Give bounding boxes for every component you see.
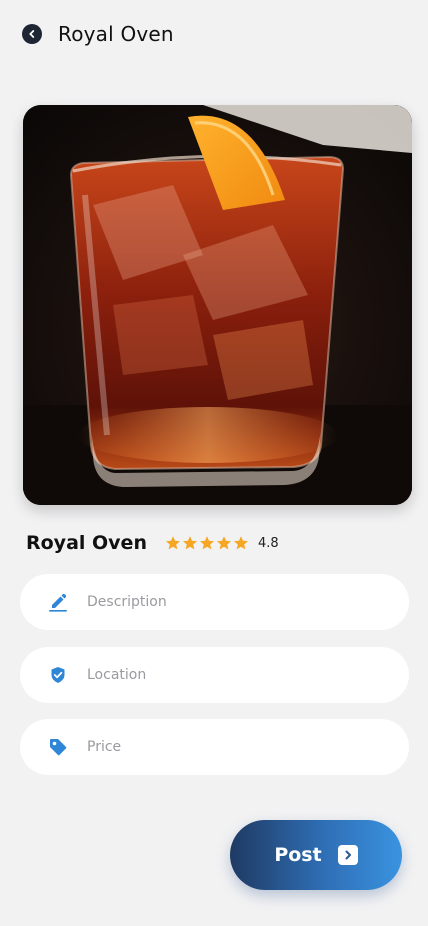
location-check-icon	[48, 665, 68, 685]
cocktail-image	[23, 105, 412, 505]
price-tag-icon	[48, 737, 68, 757]
app-screen: Royal Oven Royal Oven 4.8 Description Lo…	[0, 0, 428, 926]
chevron-left-icon	[29, 30, 35, 38]
location-field[interactable]	[20, 647, 409, 703]
rating-stars	[165, 535, 250, 551]
star-icon	[165, 536, 180, 550]
pencil-icon	[48, 592, 68, 612]
description-input[interactable]	[87, 594, 367, 610]
price-field[interactable]	[20, 719, 409, 775]
post-button[interactable]: Post	[230, 820, 402, 890]
star-icon	[233, 536, 248, 550]
page-title: Royal Oven	[58, 22, 174, 46]
item-photo	[23, 105, 412, 505]
post-button-label: Post	[274, 844, 322, 866]
price-input[interactable]	[87, 739, 367, 755]
back-button[interactable]	[22, 24, 42, 44]
chevron-right-icon	[337, 845, 358, 865]
star-icon	[199, 536, 214, 550]
location-input[interactable]	[87, 667, 367, 683]
rating-value: 4.8	[257, 535, 279, 551]
star-icon	[216, 536, 231, 550]
top-bar: Royal Oven	[22, 22, 174, 46]
star-icon	[182, 536, 197, 550]
item-name: Royal Oven	[26, 532, 147, 554]
item-summary: Royal Oven 4.8	[26, 530, 279, 556]
description-field[interactable]	[20, 574, 409, 630]
